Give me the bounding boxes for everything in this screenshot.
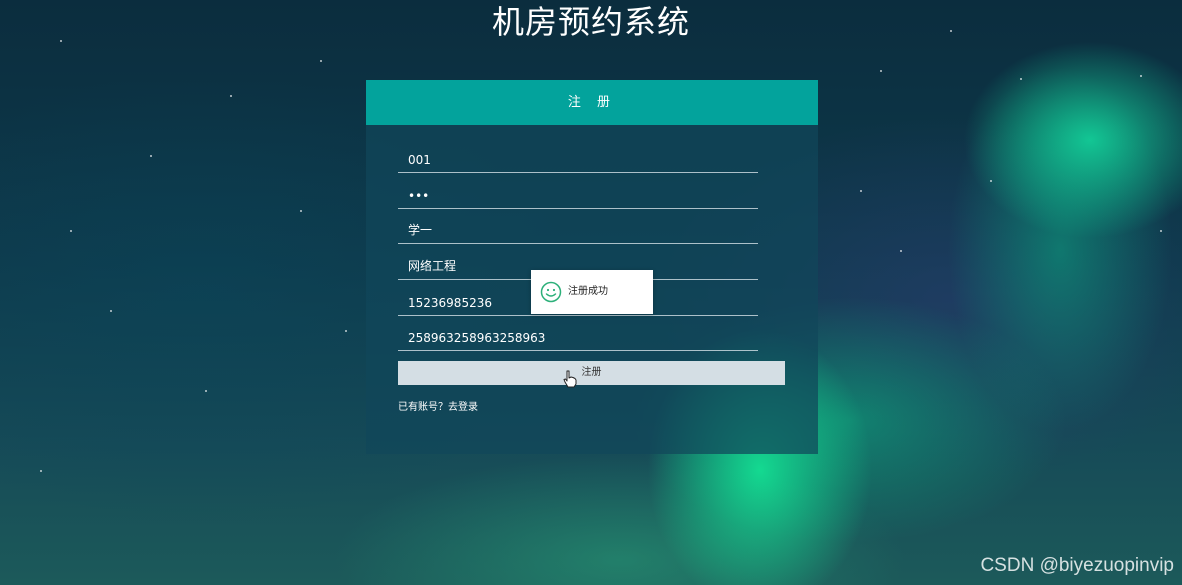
- register-button[interactable]: 注册: [398, 361, 785, 385]
- toast-message: 注册成功: [568, 286, 608, 297]
- login-link[interactable]: 已有账号？去登录: [398, 398, 478, 413]
- password-value: •••: [408, 189, 430, 203]
- watermark: CSDN @biyezuopinvip: [980, 555, 1174, 576]
- phone-value: 15236985236: [408, 296, 492, 310]
- id-number-field[interactable]: 258963258963258963: [398, 320, 758, 351]
- register-panel: 注 册 001 ••• 学一 网络工程 15236985236 25896325…: [366, 80, 818, 454]
- hand-cursor-icon: [563, 370, 577, 388]
- account-value: 001: [408, 153, 431, 167]
- smile-icon: [540, 281, 562, 303]
- page-title: 机房预约系统: [491, 3, 690, 41]
- major-value: 网络工程: [408, 259, 457, 273]
- password-field[interactable]: •••: [398, 178, 758, 209]
- account-field[interactable]: 001: [398, 142, 758, 173]
- name-value: 学一: [408, 223, 433, 237]
- id-number-value: 258963258963258963: [408, 331, 546, 345]
- name-field[interactable]: 学一: [398, 213, 758, 244]
- success-toast: 注册成功: [531, 270, 653, 314]
- register-header: 注 册: [366, 80, 818, 125]
